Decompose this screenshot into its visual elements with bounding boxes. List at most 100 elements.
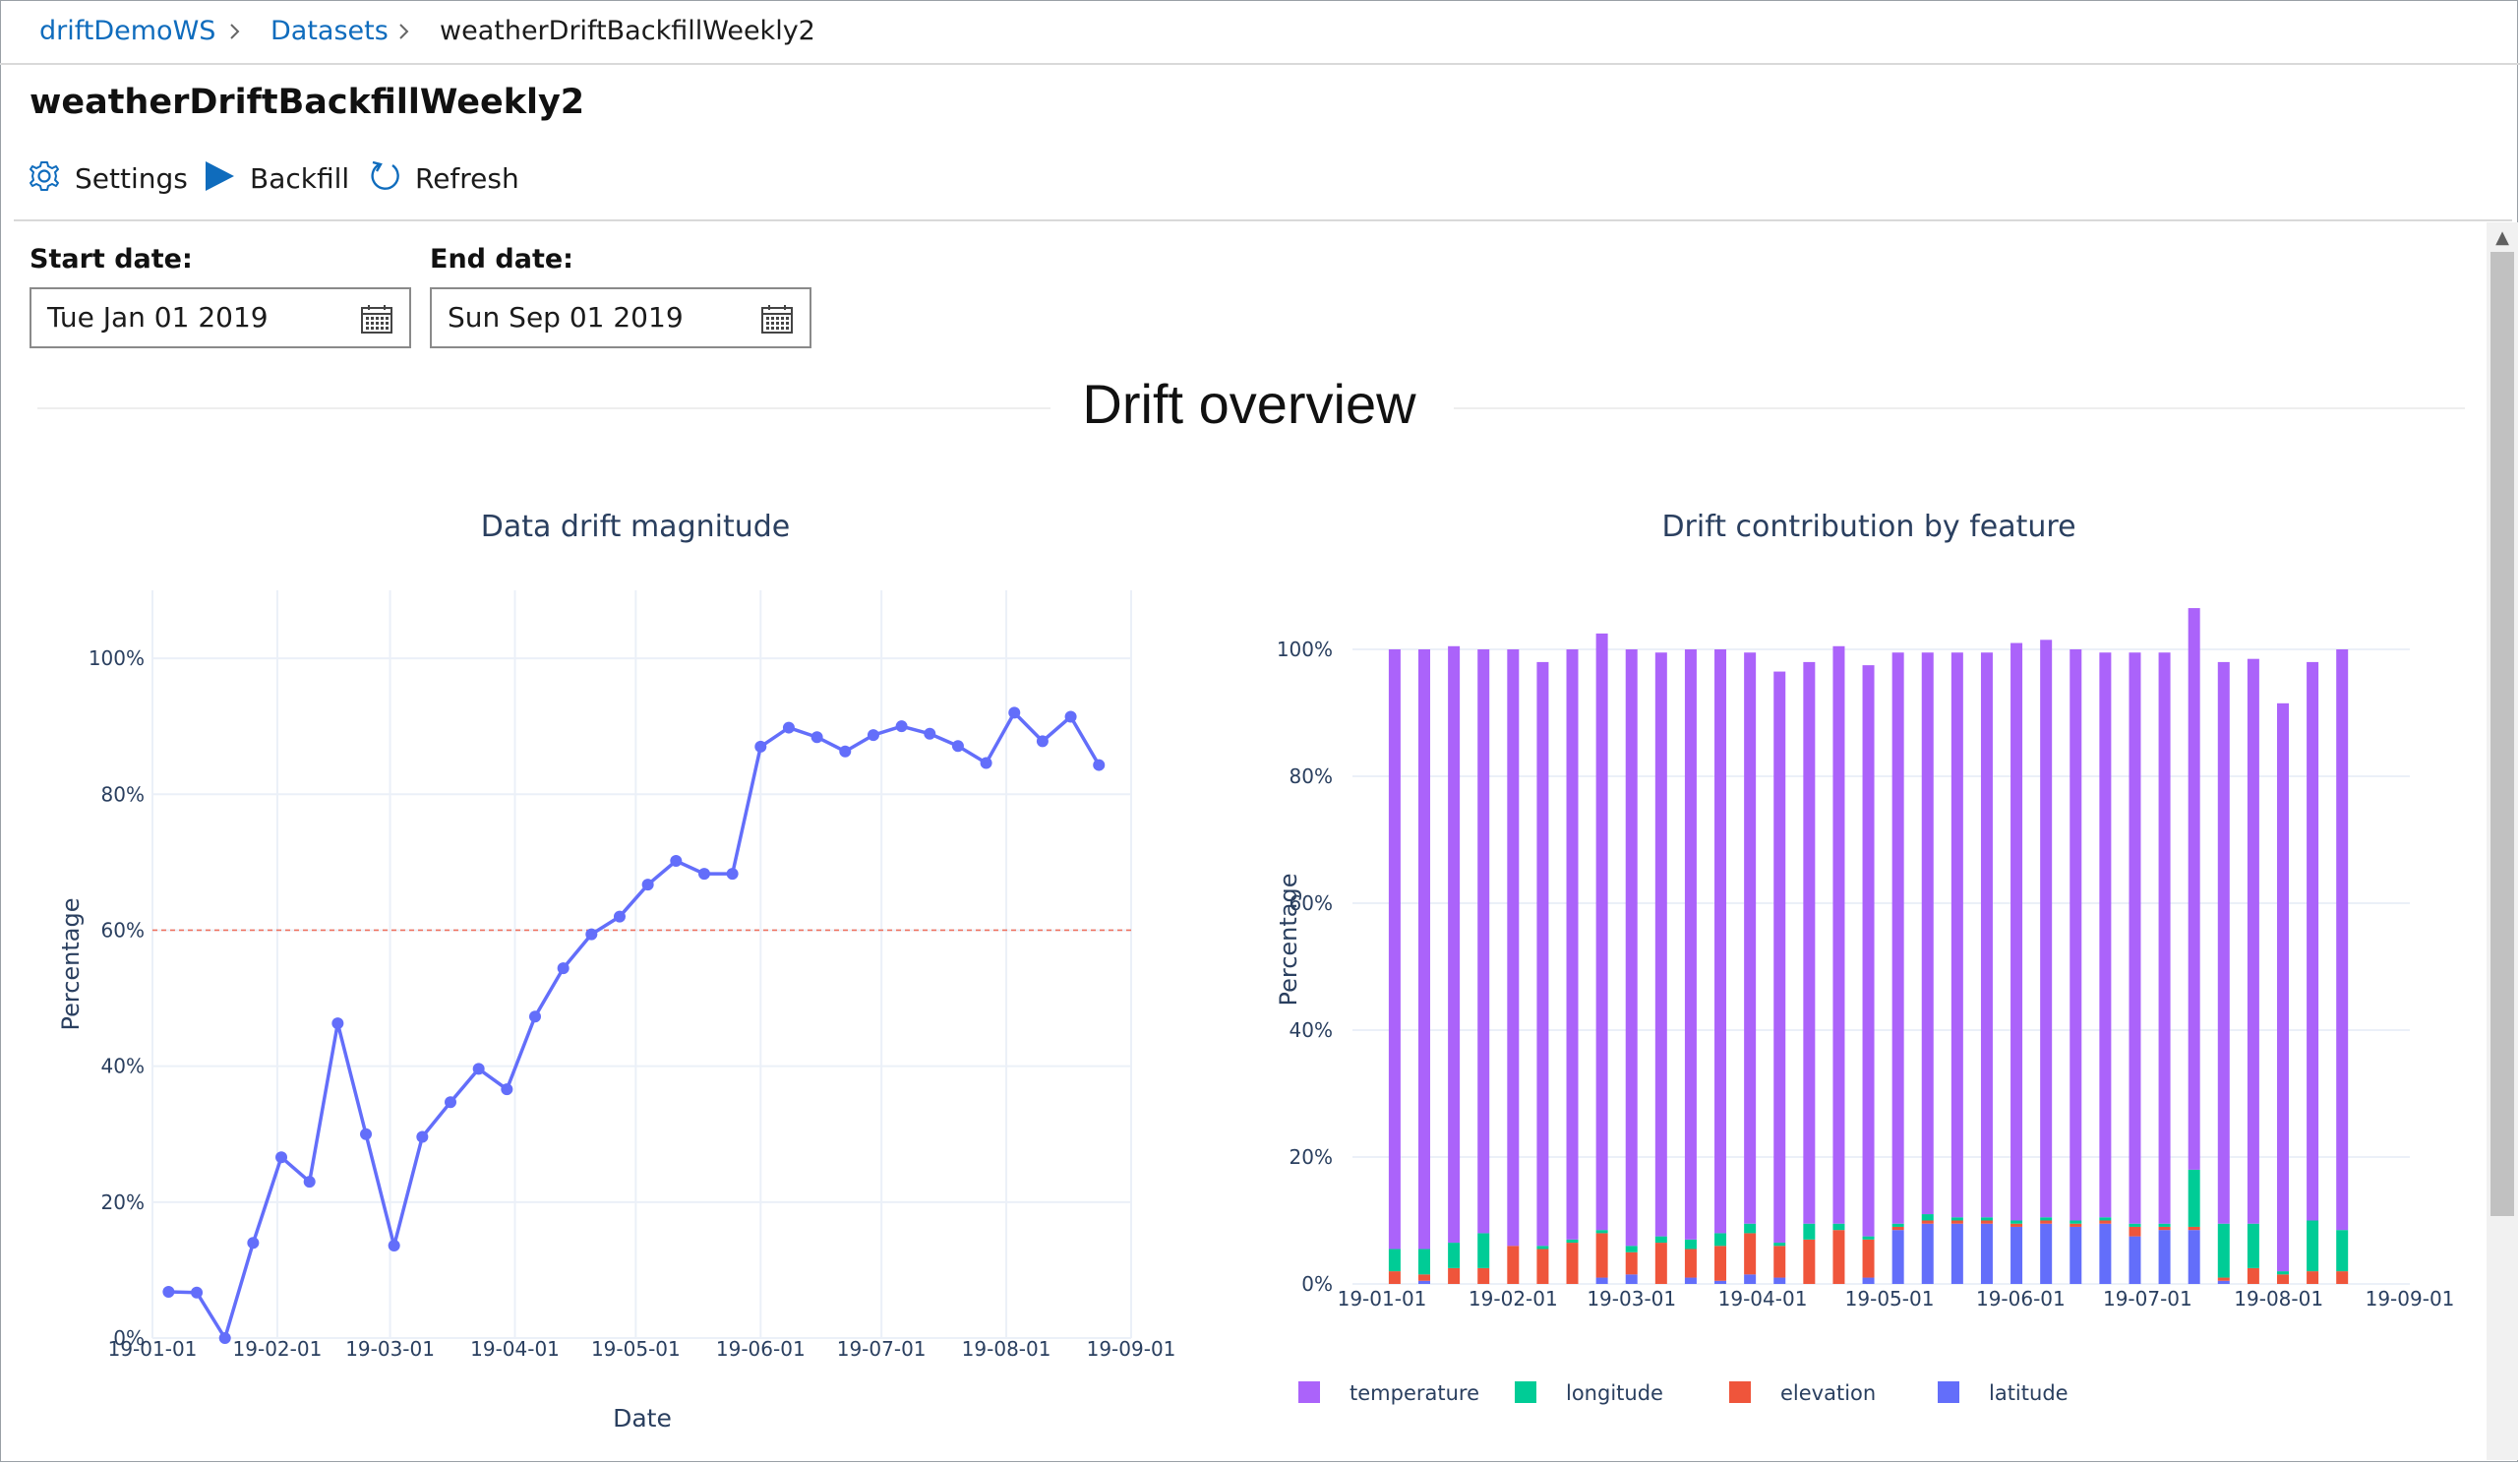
x-axis-title: Date [613,1404,672,1433]
bar-elevation [1803,1239,1816,1284]
bar-longitude [1566,1239,1579,1244]
bar-longitude [1595,1230,1608,1234]
x-tick-label: 19-07-01 [837,1337,927,1361]
y-tick-label: 100% [89,646,145,670]
y-tick-label: 100% [1277,638,1333,661]
bar-longitude [1773,1243,1786,1247]
bar-elevation [1684,1249,1697,1278]
data-point [162,1286,175,1299]
bar-longitude [1921,1214,1934,1221]
data-point [924,727,936,740]
data-point [247,1237,260,1250]
bar-temperature [1832,645,1845,1224]
bar-temperature [1773,671,1786,1244]
legend-swatch-temperature [1298,1381,1320,1403]
bar-temperature [2129,652,2141,1224]
bar-longitude [1388,1249,1401,1272]
bar-longitude [1980,1217,1993,1221]
bar-temperature [2276,702,2289,1272]
bar-longitude [2099,1217,2112,1221]
bar-elevation [2336,1271,2349,1284]
data-point [1064,710,1077,723]
y-tick-label: 0% [113,1326,145,1350]
bar-latitude [1950,1223,1963,1284]
x-tick-label: 19-06-01 [1976,1287,2066,1311]
x-tick-label: 19-02-01 [233,1337,323,1361]
bar-latitude [2099,1223,2112,1284]
start-date-field[interactable]: Tue Jan 01 2019 [30,287,411,348]
data-point [1036,735,1049,748]
data-point [754,740,767,753]
bar-elevation [2307,1271,2319,1284]
y-tick-label: 0% [1301,1272,1333,1296]
bar-elevation [1418,1274,1431,1281]
bar-longitude [1950,1217,1963,1221]
bar-longitude [1832,1223,1845,1231]
end-date-label: End date: [430,244,573,274]
x-tick-label: 19-05-01 [591,1337,681,1361]
play-icon [203,159,236,197]
bar-elevation [1832,1230,1845,1284]
data-point [218,1332,231,1344]
data-point [445,1096,457,1109]
x-tick-label: 19-02-01 [1469,1287,1558,1311]
calendar-icon[interactable] [760,303,794,338]
scroll-up-arrow-icon[interactable]: ▲ [2487,222,2518,252]
bar-temperature [1980,652,1993,1218]
y-tick-label: 20% [101,1190,145,1214]
end-date-value: Sun Sep 01 2019 [448,301,684,334]
breadcrumb-datasets-link[interactable]: Datasets [270,14,389,49]
bar-longitude [2336,1230,2349,1272]
bar-latitude [1921,1223,1934,1284]
legend-label-latitude: latitude [1989,1381,2069,1405]
bar-longitude [1448,1243,1461,1268]
backfill-button[interactable]: Backfill [203,155,349,201]
settings-button[interactable]: Settings [28,155,188,201]
bar-temperature [1507,649,1520,1247]
scrollbar-thumb[interactable] [2490,252,2514,1216]
start-date-value: Tue Jan 01 2019 [47,301,269,334]
bar-elevation [2010,1223,2023,1227]
refresh-button[interactable]: Refresh [368,155,519,201]
breadcrumb-workspace-link[interactable]: driftDemoWS [39,14,215,49]
data-point [557,962,570,975]
x-tick-label: 19-04-01 [1718,1287,1808,1311]
data-point [1008,706,1021,719]
data-point [670,854,683,867]
data-point [810,731,823,744]
bar-temperature [1595,633,1608,1231]
vertical-scrollbar[interactable]: ▲ [2487,222,2518,1460]
bar-latitude [2129,1236,2141,1284]
section-title: Drift overview [1082,373,1416,435]
bar-temperature [1566,649,1579,1240]
calendar-icon[interactable] [360,303,393,338]
data-point [191,1286,204,1299]
bar-elevation [1507,1246,1520,1284]
bar-temperature [1625,649,1638,1247]
bar-temperature [1744,652,1757,1224]
x-tick-label: 19-03-01 [345,1337,435,1361]
x-tick-label: 19-06-01 [716,1337,806,1361]
data-point [726,868,739,881]
data-point [275,1151,288,1164]
end-date-field[interactable]: Sun Sep 01 2019 [430,287,811,348]
bar-temperature [1950,652,1963,1218]
page-title: weatherDriftBackfillWeekly2 [30,83,585,122]
y-axis-title: Percentage [57,897,85,1030]
bar-latitude [1684,1277,1697,1284]
data-point [980,757,992,769]
bar-temperature [1654,652,1667,1237]
bar-latitude [2010,1226,2023,1284]
data-point [528,1010,541,1023]
bar-elevation [1595,1233,1608,1278]
bar-latitude [2158,1230,2171,1284]
data-point [303,1176,316,1189]
legend-label-longitude: longitude [1566,1381,1663,1405]
bar-elevation [2276,1274,2289,1284]
x-tick-label: 19-07-01 [2103,1287,2192,1311]
data-point [697,868,710,881]
data-point [1093,759,1106,771]
bar-latitude [1595,1277,1608,1284]
bar-elevation [2247,1267,2259,1284]
bar-elevation [1477,1267,1490,1284]
